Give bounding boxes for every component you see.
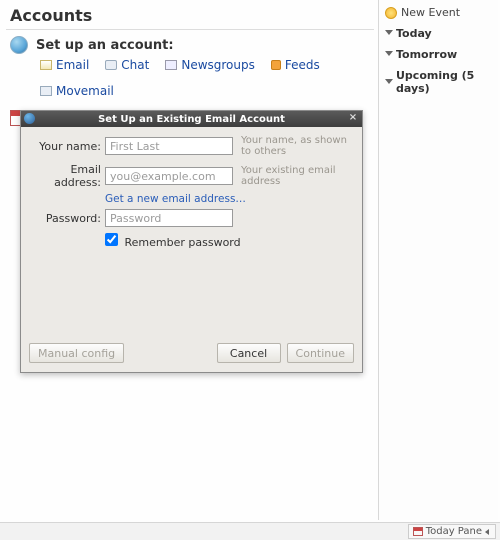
calendar-mini-icon xyxy=(413,527,423,536)
name-input[interactable] xyxy=(105,137,233,155)
close-icon[interactable]: × xyxy=(347,112,359,124)
remember-password-checkbox[interactable] xyxy=(105,233,118,246)
today-label: Today xyxy=(396,27,432,40)
get-new-email-row: Get a new email address… xyxy=(31,193,352,205)
chevron-down-icon xyxy=(385,79,392,86)
name-row: Your name: Your name, as shown to others xyxy=(31,135,352,157)
chevron-left-icon xyxy=(485,529,491,535)
tomorrow-section[interactable]: Tomorrow xyxy=(379,44,498,65)
dialog-title: Set Up an Existing Email Account xyxy=(98,114,285,125)
manual-config-button: Manual config xyxy=(29,343,124,363)
upcoming-section[interactable]: Upcoming (5 days) xyxy=(379,65,498,99)
new-event-label: New Event xyxy=(401,6,460,19)
today-pane-toggle[interactable]: Today Pane xyxy=(408,524,496,539)
remember-row: Remember password xyxy=(31,233,352,249)
tomorrow-label: Tomorrow xyxy=(396,48,457,61)
email-link[interactable]: Email xyxy=(40,58,89,72)
new-event-row[interactable]: New Event xyxy=(379,2,498,23)
feeds-link-label: Feeds xyxy=(285,58,320,72)
dialog-button-bar: Manual config Cancel Continue xyxy=(21,340,362,372)
account-links: Email Chat Newsgroups Feeds Movemail xyxy=(6,54,374,100)
email-row: Email address: Your existing email addre… xyxy=(31,163,352,189)
newsgroups-icon xyxy=(165,60,177,70)
email-hint: Your existing email address xyxy=(237,165,352,187)
email-link-label: Email xyxy=(56,58,89,72)
globe-icon xyxy=(10,36,28,54)
setup-account-row: Set up an account: xyxy=(6,30,374,54)
setup-account-label: Set up an account: xyxy=(36,38,174,53)
dialog-form: Your name: Your name, as shown to others… xyxy=(21,127,362,340)
password-input[interactable] xyxy=(105,209,233,227)
app-icon xyxy=(24,113,35,124)
movemail-icon xyxy=(40,86,52,96)
today-pane-label: Today Pane xyxy=(426,526,482,537)
name-label: Your name: xyxy=(31,140,101,153)
today-section[interactable]: Today xyxy=(379,23,498,44)
remember-password-label[interactable]: Remember password xyxy=(105,233,352,249)
name-hint: Your name, as shown to others xyxy=(237,135,352,157)
cancel-button[interactable]: Cancel xyxy=(217,343,281,363)
remember-password-text: Remember password xyxy=(125,236,241,249)
upcoming-label: Upcoming (5 days) xyxy=(396,69,492,95)
chat-link-label: Chat xyxy=(121,58,149,72)
continue-button: Continue xyxy=(287,343,354,363)
newsgroups-link[interactable]: Newsgroups xyxy=(165,58,255,72)
password-row: Password: xyxy=(31,209,352,227)
new-event-icon xyxy=(385,7,397,19)
dialog-titlebar[interactable]: Set Up an Existing Email Account × xyxy=(21,111,362,127)
email-label: Email address: xyxy=(31,163,101,189)
movemail-link-label: Movemail xyxy=(56,84,114,98)
today-pane: New Event Today Tomorrow Upcoming (5 day… xyxy=(378,0,498,520)
accounts-header: Accounts xyxy=(6,0,374,30)
movemail-link[interactable]: Movemail xyxy=(40,84,114,98)
newsgroups-link-label: Newsgroups xyxy=(181,58,255,72)
chat-icon xyxy=(105,60,117,70)
email-setup-dialog: Set Up an Existing Email Account × Your … xyxy=(20,110,363,373)
password-label: Password: xyxy=(31,212,101,225)
email-input[interactable] xyxy=(105,167,233,185)
chevron-down-icon xyxy=(385,51,392,58)
status-bar: Today Pane xyxy=(0,522,500,540)
chat-link[interactable]: Chat xyxy=(105,58,149,72)
mail-icon xyxy=(40,60,52,70)
feeds-icon xyxy=(271,60,281,70)
chevron-down-icon xyxy=(385,30,392,37)
feeds-link[interactable]: Feeds xyxy=(271,58,320,72)
get-new-email-link[interactable]: Get a new email address… xyxy=(105,193,352,205)
